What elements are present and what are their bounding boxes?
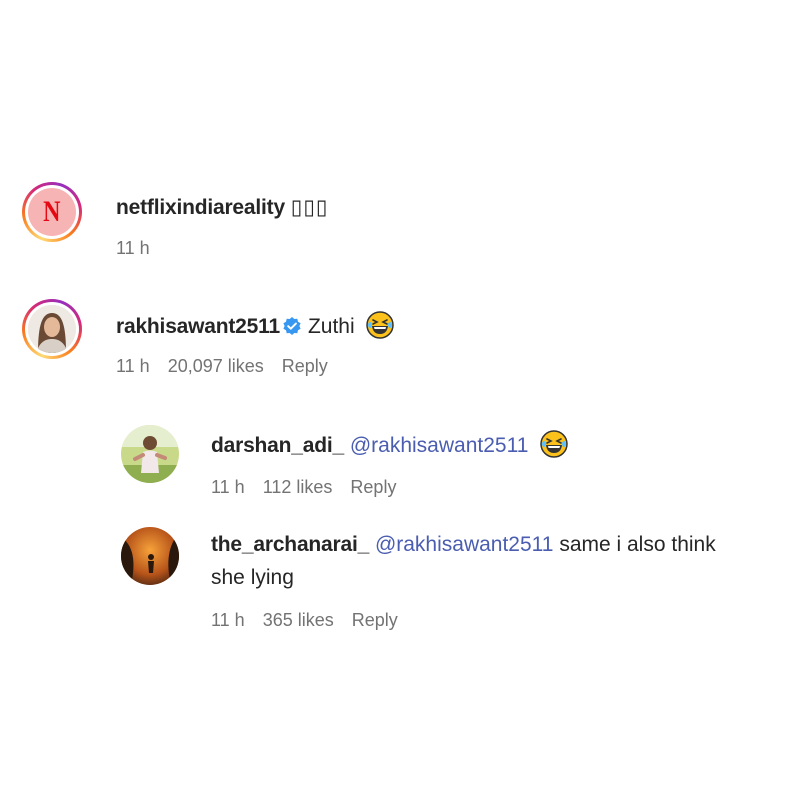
profile-photo-icon	[28, 305, 76, 353]
timestamp: 11 h	[116, 238, 150, 258]
avatar-darshan[interactable]	[121, 425, 179, 483]
username[interactable]: the_archanarai_	[211, 533, 369, 556]
avatar-inner: N	[25, 185, 79, 239]
timestamp: 11 h	[116, 356, 150, 376]
avatar-rakhisawant[interactable]	[22, 299, 82, 359]
reply-line-2: she lying	[211, 566, 294, 590]
laughing-emoji-icon	[366, 311, 395, 339]
reply-text: same i also think	[559, 533, 716, 556]
comment-meta: 11 h 20,097 likes Reply	[116, 356, 346, 377]
like-count[interactable]: 20,097 likes	[168, 356, 264, 376]
mention-link[interactable]: @rakhisawant2511	[350, 434, 529, 457]
reply-meta: 11 h 365 likes Reply	[211, 610, 416, 631]
verified-badge-icon	[283, 317, 301, 335]
username[interactable]: rakhisawant2511	[116, 315, 280, 338]
like-count[interactable]: 112 likes	[263, 477, 333, 497]
netflix-logo-icon: N	[28, 188, 76, 236]
username[interactable]: netflixindiareality	[116, 196, 285, 219]
timestamp: 11 h	[211, 477, 245, 497]
comment-line: netflixindiareality ▯▯▯	[116, 195, 328, 220]
profile-photo-icon	[121, 425, 179, 483]
reply-button[interactable]: Reply	[350, 477, 396, 497]
laughing-emoji-icon	[540, 430, 568, 458]
reply-text-continued: she lying	[211, 566, 294, 589]
reply-line: the_archanarai_ @rakhisawant2511 same i …	[211, 533, 716, 557]
username[interactable]: darshan_adi_	[211, 434, 344, 457]
like-count[interactable]: 365 likes	[263, 610, 334, 630]
profile-photo-icon	[121, 527, 179, 585]
reply-meta: 11 h 112 likes Reply	[211, 477, 414, 498]
comment-text: Zuthi	[307, 315, 355, 338]
avatar-netflix[interactable]: N	[22, 182, 82, 242]
reply-button[interactable]: Reply	[352, 610, 398, 630]
comment-line: rakhisawant2511 Zuthi	[116, 311, 395, 339]
mention-link[interactable]: @rakhisawant2511	[375, 533, 554, 556]
avatar-archanarai[interactable]	[121, 527, 179, 585]
comment-text: ▯▯▯	[290, 196, 329, 219]
reply-line: darshan_adi_ @rakhisawant2511	[211, 430, 568, 458]
comment-meta: 11 h	[116, 238, 168, 259]
reply-button[interactable]: Reply	[282, 356, 328, 376]
timestamp: 11 h	[211, 610, 245, 630]
netflix-letter: N	[43, 195, 61, 228]
avatar-inner	[25, 302, 79, 356]
